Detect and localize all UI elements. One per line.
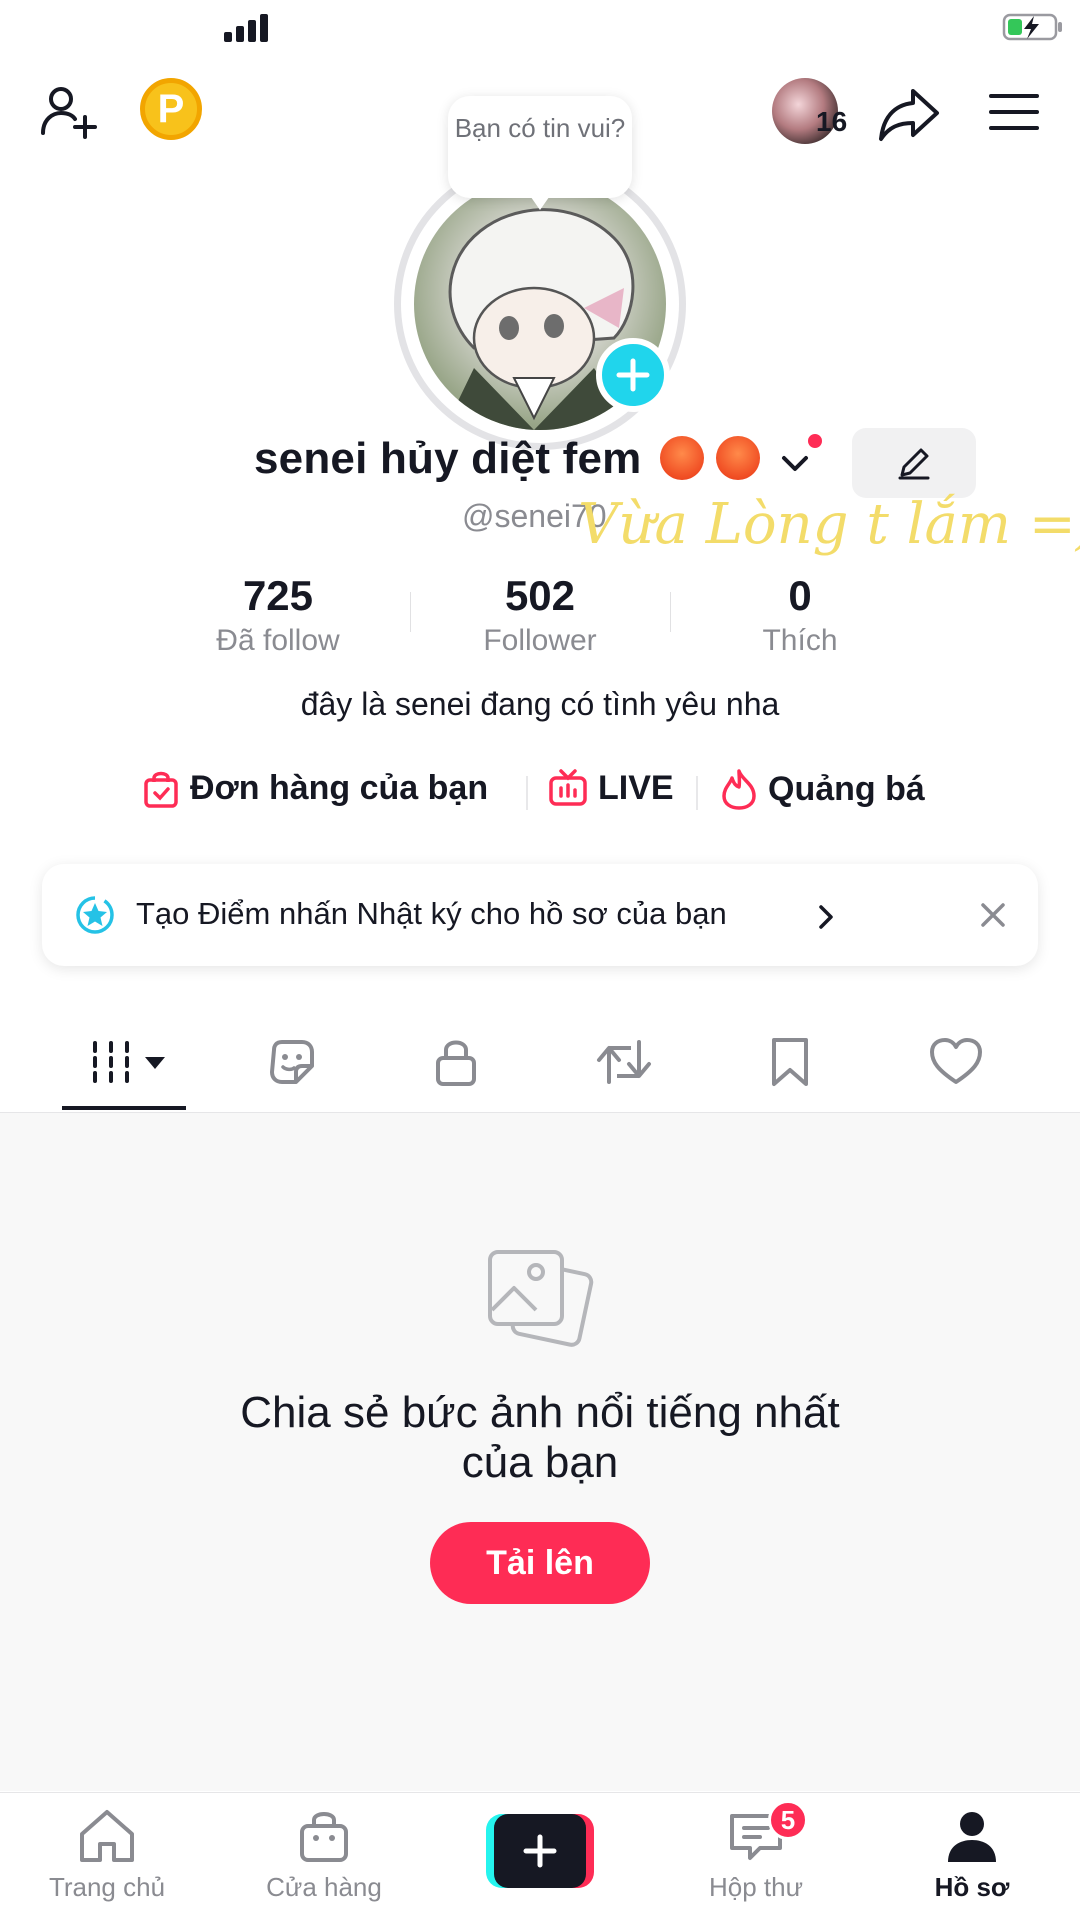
nav-profile[interactable]: Hồ sơ — [882, 1808, 1062, 1903]
add-friend-icon[interactable] — [36, 78, 102, 144]
likes-label: Thích — [762, 624, 838, 657]
profile-bio: đây là senei đang có tình yêu nha — [300, 686, 780, 722]
home-icon — [80, 1810, 134, 1862]
followers-stat[interactable]: 502 Follower — [430, 572, 650, 658]
tab-stickers[interactable] — [260, 1032, 324, 1092]
followers-count: 502 — [504, 572, 576, 619]
banner-text: Tạo Điểm nhấn Nhật ký cho hồ sơ của bạn — [136, 896, 727, 931]
add-story-button[interactable] — [596, 338, 670, 412]
account-dropdown-icon[interactable] — [778, 446, 812, 480]
handwritten-overlay: Vừa Lòng t lắm =)) — [578, 492, 1080, 557]
battery-charging-icon — [1002, 12, 1064, 42]
promote-link-label: Quảng bá — [768, 769, 925, 808]
flame-icon — [722, 769, 756, 810]
plus-icon — [523, 1834, 557, 1868]
chevron-right-icon — [816, 902, 836, 932]
nav-profile-label: Hồ sơ — [934, 1872, 1010, 1902]
stat-divider — [410, 592, 411, 632]
notification-count: 16 — [816, 106, 848, 137]
tab-videos[interactable] — [86, 1032, 176, 1092]
promote-link[interactable]: Quảng bá — [720, 768, 925, 810]
nav-inbox-label: Hộp thư — [708, 1872, 803, 1902]
shop-bag-icon — [300, 1812, 348, 1862]
edit-profile-button[interactable] — [852, 428, 976, 498]
upload-button[interactable]: Tải lên — [430, 1522, 650, 1604]
close-banner-icon[interactable] — [978, 900, 1008, 930]
tv-icon — [549, 769, 587, 806]
bookmark-icon — [772, 1038, 808, 1086]
create-button[interactable] — [486, 1814, 594, 1888]
shopping-bag-icon — [144, 771, 178, 808]
sticker-icon — [270, 1040, 314, 1084]
star-badge-icon — [74, 894, 116, 936]
display-name: senei hủy diệt fem — [254, 434, 642, 483]
heart-icon — [930, 1038, 982, 1084]
link-divider — [696, 776, 698, 810]
nav-inbox[interactable]: Hộp thư — [666, 1808, 846, 1903]
signal-strength-icon — [224, 12, 272, 42]
notification-dot — [806, 432, 824, 450]
tab-liked[interactable] — [924, 1032, 988, 1092]
lock-icon — [436, 1040, 476, 1086]
nav-shop-label: Cửa hàng — [266, 1872, 382, 1902]
coin-icon[interactable]: P — [140, 78, 202, 140]
live-link-label: LIVE — [598, 768, 674, 807]
photo-stack-icon — [484, 1244, 596, 1356]
menu-icon[interactable] — [984, 82, 1044, 142]
following-label: Đã follow — [216, 624, 340, 657]
empty-state-title-line1: Chia sẻ bức ảnh nổi tiếng nhất — [240, 1388, 840, 1437]
empty-state-title: Chia sẻ bức ảnh nổi tiếng nhất của bạn — [140, 1388, 940, 1488]
stat-divider — [670, 592, 671, 632]
inbox-badge: 5 — [768, 1800, 808, 1840]
tab-saved[interactable] — [758, 1032, 822, 1092]
nav-home[interactable]: Trang chủ — [17, 1808, 197, 1903]
pencil-icon — [898, 448, 930, 480]
tab-reposts[interactable] — [592, 1032, 656, 1092]
angry-emoji-icon — [716, 436, 760, 480]
followers-label: Follower — [483, 624, 597, 657]
empty-state-title-line2: của bạn — [461, 1438, 619, 1487]
live-link[interactable]: LIVE — [548, 768, 674, 808]
nav-shop[interactable]: Cửa hàng — [234, 1808, 414, 1903]
nav-home-label: Trang chủ — [48, 1872, 166, 1902]
repost-icon — [597, 1040, 651, 1084]
link-divider — [526, 776, 528, 810]
tab-private[interactable] — [424, 1032, 488, 1092]
share-icon[interactable] — [876, 80, 942, 146]
profile-icon — [948, 1812, 996, 1862]
likes-count: 0 — [788, 572, 812, 619]
status-bubble[interactable]: Bạn có tin vui? — [448, 96, 632, 198]
angry-emoji-icon — [660, 436, 704, 480]
active-tab-indicator — [62, 1106, 186, 1110]
grid-icon — [93, 1041, 165, 1083]
orders-link-label: Đơn hàng của bạn — [190, 768, 489, 807]
following-count: 725 — [242, 572, 314, 619]
orders-link[interactable]: Đơn hàng của bạn — [142, 768, 488, 808]
likes-stat[interactable]: 0 Thích — [690, 572, 910, 658]
following-stat[interactable]: 725 Đã follow — [168, 572, 388, 658]
